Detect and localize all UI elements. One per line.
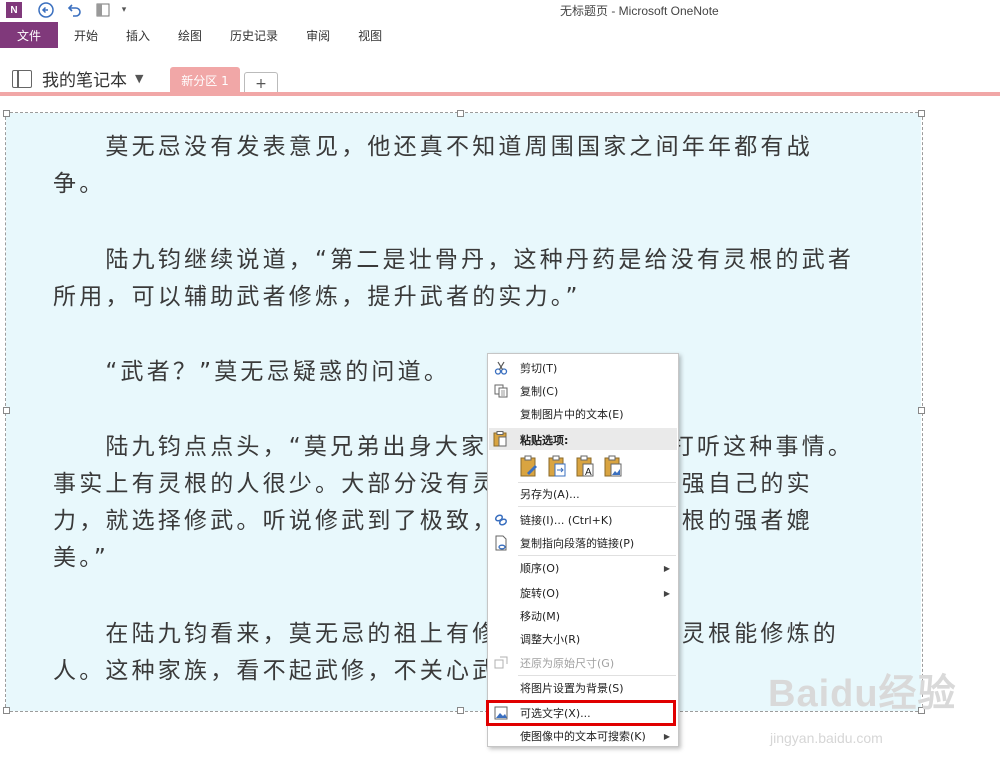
tab-history[interactable]: 历史记录 <box>216 22 292 48</box>
copy-icon <box>493 383 509 399</box>
resize-handle[interactable] <box>918 407 925 414</box>
title-bar: N ▾ 无标题页 - Microsoft OneNote <box>0 0 1000 20</box>
resize-handle[interactable] <box>918 110 925 117</box>
chevron-down-icon: ▼ <box>135 72 144 85</box>
menu-item-cut[interactable]: 剪切(T) <box>488 357 678 379</box>
tab-file[interactable]: 文件 <box>0 22 58 48</box>
menu-item-resize[interactable]: 调整大小(R) <box>488 628 678 650</box>
resize-handle[interactable] <box>3 110 10 117</box>
chevron-right-icon: ▶ <box>663 731 670 741</box>
notebook-switcher[interactable]: 我的笔记本 ▼ <box>12 66 143 91</box>
menu-item-copy-text-from-picture[interactable]: 复制图片中的文本(E) <box>488 403 678 425</box>
back-icon[interactable] <box>36 1 56 19</box>
document-paragraph: 在陆九钧看来，莫无忌的祖上有修仙者，自然是有灵根能修炼的人。这种家族，看不起武修… <box>53 621 839 684</box>
svg-text:A: A <box>585 467 592 477</box>
menu-item-rotate[interactable]: 旋转(O) ▶ <box>488 582 678 604</box>
window-title: 无标题页 - Microsoft OneNote <box>560 4 719 18</box>
baidu-watermark-logo: Baidu经验 <box>768 673 957 715</box>
paste-options-row: A <box>518 453 624 479</box>
paste-options-header: 粘贴选项: <box>489 428 677 450</box>
paragraph-link-icon <box>493 535 509 551</box>
document-paragraph: “武者？”莫无忌疑惑的问道。 <box>53 359 451 385</box>
tab-review[interactable]: 审阅 <box>292 22 344 48</box>
link-icon <box>493 512 509 528</box>
resize-handle[interactable] <box>457 110 464 117</box>
menu-item-save-as[interactable]: 另存为(A)... <box>488 483 678 505</box>
menu-item-set-as-background[interactable]: 将图片设置为背景(S) <box>488 677 678 699</box>
undo-icon[interactable] <box>64 1 84 19</box>
tab-home[interactable]: 开始 <box>58 22 112 48</box>
menu-item-copy[interactable]: 复制(C) <box>488 380 678 402</box>
dock-view-icon[interactable] <box>93 1 113 19</box>
menu-item-copy-link-to-paragraph[interactable]: 复制指向段落的链接(P) <box>488 532 678 554</box>
onenote-logo-icon[interactable]: N <box>4 1 24 19</box>
chevron-right-icon: ▶ <box>663 563 670 573</box>
document-paragraph: 陆九钧继续说道，“第二是壮骨丹，这种丹药是给没有灵根的武者所用，可以辅助武者修炼… <box>53 247 855 310</box>
tab-draw[interactable]: 绘图 <box>164 22 216 48</box>
restore-size-icon <box>493 655 509 671</box>
menu-separator <box>518 506 676 507</box>
resize-handle[interactable] <box>3 707 10 714</box>
paste-as-picture-button[interactable] <box>602 453 624 477</box>
context-menu: 剪切(T) 复制(C) 复制图片中的文本(E) 粘贴选项: A 另存为(A)..… <box>487 353 679 747</box>
resize-handle[interactable] <box>457 707 464 714</box>
menu-separator <box>518 555 676 556</box>
menu-item-restore-original-size: 还原为原始尺寸(G) <box>488 652 678 674</box>
ribbon-tabs: 文件 开始 插入 绘图 历史记录 审阅 视图 <box>0 22 1000 48</box>
document-paragraph: 陆九钧点点头，“莫兄弟出身大家族，自然不会去打听这种事情。事实上有灵根的人很少。… <box>53 434 855 571</box>
paste-merge-formatting-button[interactable] <box>546 453 568 477</box>
tab-insert[interactable]: 插入 <box>112 22 164 48</box>
menu-item-move[interactable]: 移动(M) <box>488 605 678 627</box>
menu-item-order[interactable]: 顺序(O) ▶ <box>488 557 678 579</box>
annotation-highlight-box <box>486 700 676 726</box>
menu-item-make-text-searchable[interactable]: 使图像中的文本可搜索(K) ▶ <box>488 725 678 747</box>
scissors-icon <box>493 360 509 376</box>
notebook-icon <box>12 69 32 88</box>
menu-item-link[interactable]: 链接(I)... (Ctrl+K) <box>488 509 678 531</box>
resize-handle[interactable] <box>3 407 10 414</box>
section-color-bar <box>0 92 1000 96</box>
paste-text-only-button[interactable]: A <box>574 453 596 477</box>
document-paragraph: 莫无忌没有发表意见，他还真不知道周围国家之间年年都有战争。 <box>53 134 813 197</box>
clipboard-icon <box>493 431 507 450</box>
menu-separator <box>518 675 676 676</box>
tab-view[interactable]: 视图 <box>344 22 396 48</box>
notebook-bar: 我的笔记本 ▼ 新分区 1 + <box>0 62 1000 96</box>
customize-toolbar-icon[interactable]: ▾ <box>118 1 130 19</box>
notebook-name: 我的笔记本 <box>42 71 127 91</box>
baidu-watermark-url: jingyan.baidu.com <box>770 730 883 746</box>
paste-keep-source-formatting-button[interactable] <box>518 453 540 477</box>
section-tab[interactable]: 新分区 1 <box>170 67 240 94</box>
chevron-right-icon: ▶ <box>663 588 670 598</box>
